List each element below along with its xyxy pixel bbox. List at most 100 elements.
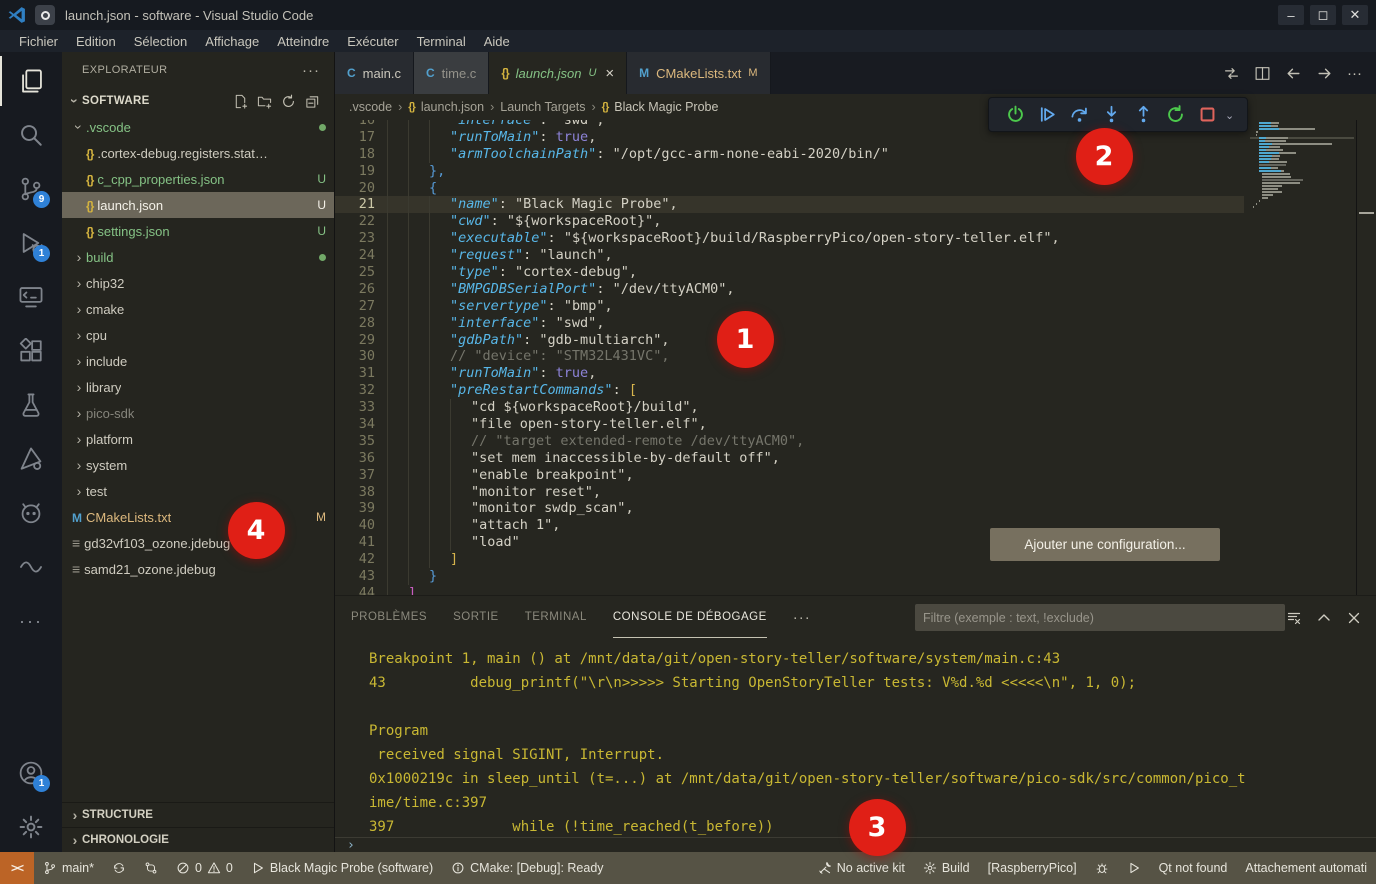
menu-item-sélection[interactable]: Sélection	[125, 34, 196, 49]
line-number[interactable]: 40	[335, 517, 375, 534]
breadcrumb-item[interactable]: Launch Targets	[500, 100, 585, 114]
line-number[interactable]: 29	[335, 332, 375, 349]
code-line[interactable]: 43}	[335, 568, 1244, 585]
tab-time-c[interactable]: Ctime.c	[414, 52, 489, 94]
status-build-target[interactable]: [RaspberryPico]	[979, 861, 1086, 875]
breadcrumb-item[interactable]: launch.json	[421, 100, 484, 114]
line-number[interactable]: 18	[335, 146, 375, 163]
line-number[interactable]: 41	[335, 534, 375, 551]
step-out-button[interactable]	[1129, 101, 1157, 129]
code-line[interactable]: 23"executable": "${workspaceRoot}/build/…	[335, 230, 1244, 247]
line-number[interactable]: 16	[335, 120, 375, 129]
line-number[interactable]: 22	[335, 213, 375, 230]
tree-item--cortex-debug-registers-stat-[interactable]: {}.cortex-debug.registers.stat…	[62, 140, 334, 166]
line-number[interactable]: 44	[335, 585, 375, 595]
menu-item-aide[interactable]: Aide	[475, 34, 519, 49]
status-qt-status[interactable]: Qt not found	[1150, 861, 1237, 875]
status-debug[interactable]	[1086, 861, 1118, 875]
status-problems[interactable]: 00	[167, 861, 242, 875]
chevron-down-icon[interactable]: ⌄	[1225, 106, 1234, 124]
code-line[interactable]: 37"enable breakpoint",	[335, 467, 1244, 484]
minimap[interactable]	[1250, 122, 1354, 209]
tree-item-test[interactable]: ›test	[62, 478, 334, 504]
tree-item-cmakelists-txt[interactable]: MCMakeLists.txtM	[62, 504, 334, 530]
status-debug-target[interactable]: Black Magic Probe (software)	[242, 861, 442, 875]
line-number[interactable]: 24	[335, 247, 375, 264]
status-launch[interactable]	[1118, 861, 1150, 875]
tree-item-samd21-ozone-jdebug[interactable]: ≡samd21_ozone.jdebug	[62, 556, 334, 582]
status-active-kit[interactable]: No active kit	[809, 861, 914, 875]
line-number[interactable]: 39	[335, 500, 375, 517]
collapse-all-icon[interactable]	[305, 94, 320, 109]
status-cmake-build[interactable]: Build	[914, 861, 979, 875]
activity-cmake-tools[interactable]	[0, 434, 62, 484]
tree-item-build[interactable]: ›build	[62, 244, 334, 270]
line-number[interactable]: 34	[335, 416, 375, 433]
tab-cmakelists-txt[interactable]: MCMakeLists.txtM	[627, 52, 770, 94]
status-cmake-status[interactable]: CMake: [Debug]: Ready	[442, 861, 612, 875]
tree-item-pico-sdk[interactable]: ›pico-sdk	[62, 400, 334, 426]
activity-testing[interactable]	[0, 380, 62, 430]
continue-button[interactable]	[1033, 101, 1061, 129]
nav-back-icon[interactable]	[1285, 65, 1302, 82]
more-icon[interactable]: ···	[1347, 65, 1362, 82]
debug-console-filter-input[interactable]: Filtre (exemple : text, !exclude)	[915, 604, 1285, 631]
activity-manage[interactable]	[0, 802, 62, 852]
status-git-compare[interactable]	[135, 861, 167, 875]
tab-main-c[interactable]: Cmain.c	[335, 52, 414, 94]
tree-item--vscode[interactable]: ›.vscode	[62, 114, 334, 140]
line-number[interactable]: 37	[335, 467, 375, 484]
activity-extensions[interactable]	[0, 326, 62, 376]
code-line[interactable]: 29"gdbPath": "gdb-multiarch",	[335, 332, 1244, 349]
code-line[interactable]: 35// "target extended-remote /dev/ttyACM…	[335, 433, 1244, 450]
line-number[interactable]: 17	[335, 129, 375, 146]
panel-more-icon[interactable]: ···	[793, 609, 811, 626]
code-line[interactable]: 31"runToMain": true,	[335, 365, 1244, 382]
menu-item-affichage[interactable]: Affichage	[196, 34, 268, 49]
code-line[interactable]: 25"type": "cortex-debug",	[335, 264, 1244, 281]
section-chronologie[interactable]: ›CHRONOLOGIE	[62, 827, 334, 852]
line-number[interactable]: 21	[335, 196, 375, 213]
tree-item-gd32vf103-ozone-jdebug[interactable]: ≡gd32vf103_ozone.jdebug	[62, 530, 334, 556]
tab-launch-json[interactable]: {}launch.jsonU×	[489, 52, 627, 94]
code-line[interactable]: 36"set mem inaccessible-by-default off",	[335, 450, 1244, 467]
line-number[interactable]: 26	[335, 281, 375, 298]
activity-search[interactable]	[0, 110, 62, 160]
split-editor-icon[interactable]	[1254, 65, 1271, 82]
panel-tab-console-de-d-bogage[interactable]: CONSOLE DE DÉBOGAGE	[613, 596, 767, 638]
step-over-button[interactable]	[1065, 101, 1093, 129]
line-number[interactable]: 38	[335, 484, 375, 501]
code-line[interactable]: 32"preRestartCommands": [	[335, 382, 1244, 399]
code-line[interactable]: 26"BMPGDBSerialPort": "/dev/ttyACM0",	[335, 281, 1244, 298]
menu-item-exécuter[interactable]: Exécuter	[338, 34, 407, 49]
tree-item-system[interactable]: ›system	[62, 452, 334, 478]
breadcrumb-item[interactable]: Black Magic Probe	[614, 100, 718, 114]
line-number[interactable]: 20	[335, 180, 375, 197]
panel-tab-sortie[interactable]: SORTIE	[453, 596, 499, 638]
step-into-button[interactable]	[1097, 101, 1125, 129]
nav-forward-icon[interactable]	[1316, 65, 1333, 82]
activity-source-control[interactable]: 9	[0, 164, 62, 214]
tree-item-platform[interactable]: ›platform	[62, 426, 334, 452]
code-line[interactable]: 28"interface": "swd",	[335, 315, 1244, 332]
menu-item-atteindre[interactable]: Atteindre	[268, 34, 338, 49]
code-line[interactable]: 33"cd ${workspaceRoot}/build",	[335, 399, 1244, 416]
new-file-icon[interactable]	[233, 94, 248, 109]
code-line[interactable]: 38"monitor reset",	[335, 484, 1244, 501]
activity-infinity-extension[interactable]	[0, 542, 62, 592]
code-line[interactable]: 27"servertype": "bmp",	[335, 298, 1244, 315]
line-number[interactable]: 27	[335, 298, 375, 315]
close-panel-icon[interactable]	[1346, 610, 1362, 626]
gripper-icon[interactable]	[995, 106, 997, 124]
line-number[interactable]: 35	[335, 433, 375, 450]
activity-embedded-tools[interactable]	[0, 488, 62, 538]
workspace-section-header[interactable]: › SOFTWARE	[62, 88, 334, 114]
status-sync[interactable]	[103, 861, 135, 875]
line-number[interactable]: 33	[335, 399, 375, 416]
line-number[interactable]: 19	[335, 163, 375, 180]
code-line[interactable]: 44]	[335, 585, 1244, 595]
code-line[interactable]: 30// "device": "STM32L431VC",	[335, 348, 1244, 365]
stop-button[interactable]	[1193, 101, 1221, 129]
close-button[interactable]: ✕	[1342, 5, 1368, 25]
sidebar-more-icon[interactable]: ···	[302, 62, 320, 79]
